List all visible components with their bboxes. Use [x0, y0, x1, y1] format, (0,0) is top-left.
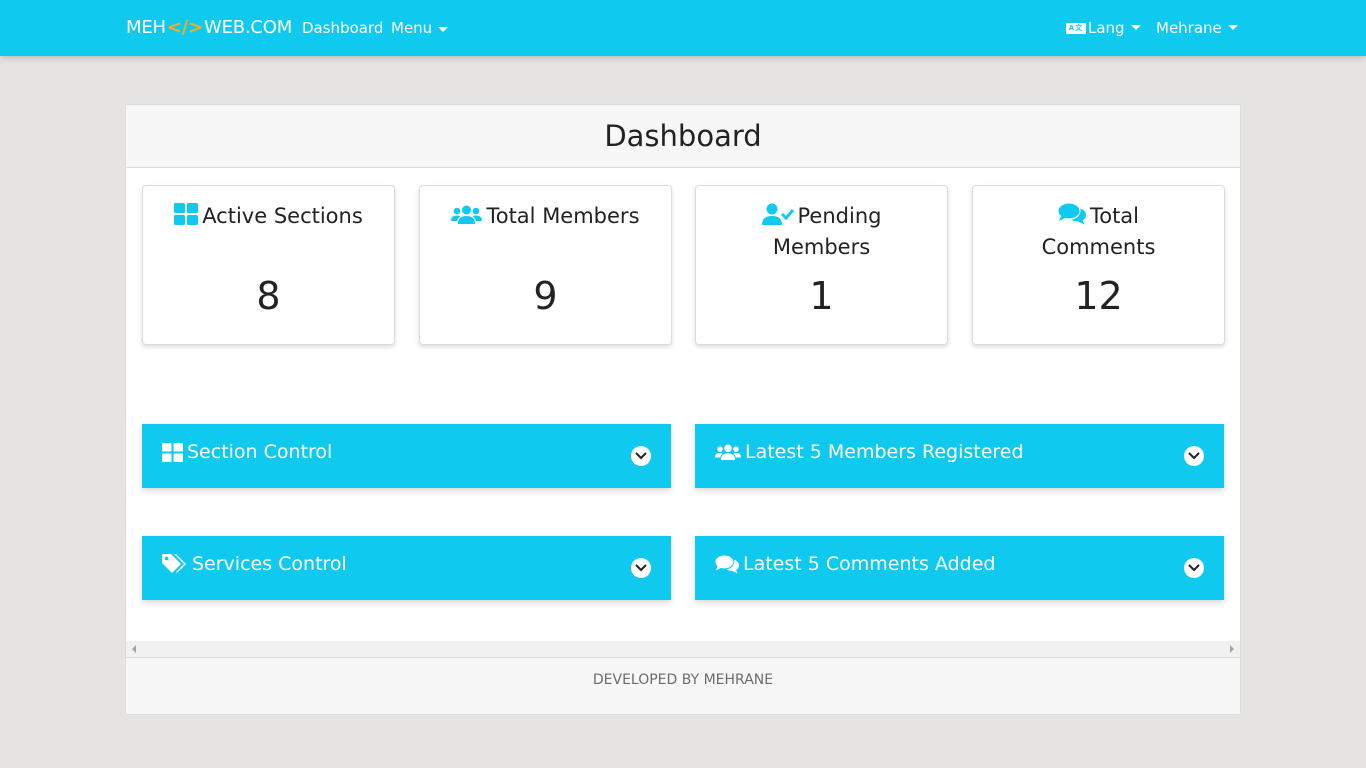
language-icon: A文: [1066, 22, 1086, 34]
chevron-down-icon[interactable]: [631, 558, 651, 578]
comments-icon: [1058, 203, 1086, 233]
th-large-icon: [174, 203, 199, 233]
stat-title: Active Sections: [143, 202, 394, 233]
chevron-down-icon[interactable]: [1184, 446, 1204, 466]
accordion-label: Section Control: [187, 441, 333, 463]
footer-text: DEVELOPED BY MEHRANE: [592, 672, 774, 688]
accordion-latest-members[interactable]: Latest 5 Members Registered: [695, 424, 1224, 488]
page-title: Dashboard: [604, 119, 762, 153]
comments-icon: [715, 555, 739, 574]
stat-card-active-sections: Active Sections 8: [142, 185, 395, 345]
nav-menu-dropdown[interactable]: Menu: [391, 19, 449, 37]
caret-down-icon: [1130, 24, 1141, 30]
accordion-title: Section Control: [162, 441, 332, 463]
nav-lang-dropdown[interactable]: A文 Lang: [1066, 19, 1141, 37]
brand-text-right: WEB.COM: [203, 17, 293, 38]
stat-title: Pending Members: [696, 202, 947, 262]
nav-dashboard-link[interactable]: Dashboard: [302, 19, 383, 37]
stat-title: Total Members: [420, 202, 671, 233]
top-navbar: MEH </> WEB.COM Dashboard Menu A文 Lang M…: [0, 0, 1366, 56]
accordion-services-control[interactable]: Services Control: [142, 536, 671, 600]
nav-user-dropdown[interactable]: Mehrane: [1156, 19, 1238, 37]
chevron-down-icon[interactable]: [631, 446, 651, 466]
scroll-right-arrow-icon[interactable]: [1230, 645, 1234, 653]
users-icon: [451, 204, 483, 233]
stat-value: 9: [533, 274, 558, 318]
stat-title: Total Comments: [973, 202, 1224, 262]
stat-value: 1: [809, 274, 834, 318]
brand-logo[interactable]: MEH </> WEB.COM: [126, 17, 292, 38]
accordion-label: Latest 5 Comments Added: [743, 553, 996, 575]
stat-card-total-comments: Total Comments 12: [972, 185, 1225, 345]
accordion-label: Services Control: [192, 553, 347, 575]
nav-lang-label: Lang: [1088, 19, 1125, 37]
horizontal-scrollbar[interactable]: [126, 641, 1240, 657]
stat-label: Total Members: [486, 204, 640, 228]
accordion-title: Latest 5 Members Registered: [715, 441, 1024, 463]
panel-footer: DEVELOPED BY MEHRANE: [126, 657, 1240, 714]
stat-value: 8: [256, 274, 281, 318]
panel-header: Dashboard: [126, 105, 1240, 168]
nav-menu-label: Menu: [391, 19, 433, 37]
stat-label: Active Sections: [202, 204, 363, 228]
scroll-left-arrow-icon[interactable]: [132, 645, 136, 653]
accordion-title: Latest 5 Comments Added: [715, 553, 995, 575]
th-large-icon: [162, 442, 183, 462]
caret-down-icon: [1227, 24, 1238, 30]
accordion-latest-comments[interactable]: Latest 5 Comments Added: [695, 536, 1224, 600]
stat-card-pending-members: Pending Members 1: [695, 185, 948, 345]
stat-card-total-members: Total Members 9: [419, 185, 672, 345]
caret-down-icon: [438, 27, 449, 32]
nav-user-label: Mehrane: [1156, 19, 1222, 37]
accordion-section-control[interactable]: Section Control: [142, 424, 671, 488]
accordion-title: Services Control: [162, 553, 347, 575]
user-check-icon: [761, 203, 794, 233]
accordion-label: Latest 5 Members Registered: [745, 441, 1024, 463]
tags-icon: [162, 553, 188, 575]
chevron-down-icon[interactable]: [1184, 558, 1204, 578]
users-icon: [715, 444, 741, 461]
brand-text-left: MEH: [126, 17, 166, 38]
stat-value: 12: [1074, 274, 1123, 318]
code-icon: </>: [166, 17, 203, 38]
dashboard-panel: Dashboard Active Sections 8 Total Member…: [125, 104, 1241, 715]
